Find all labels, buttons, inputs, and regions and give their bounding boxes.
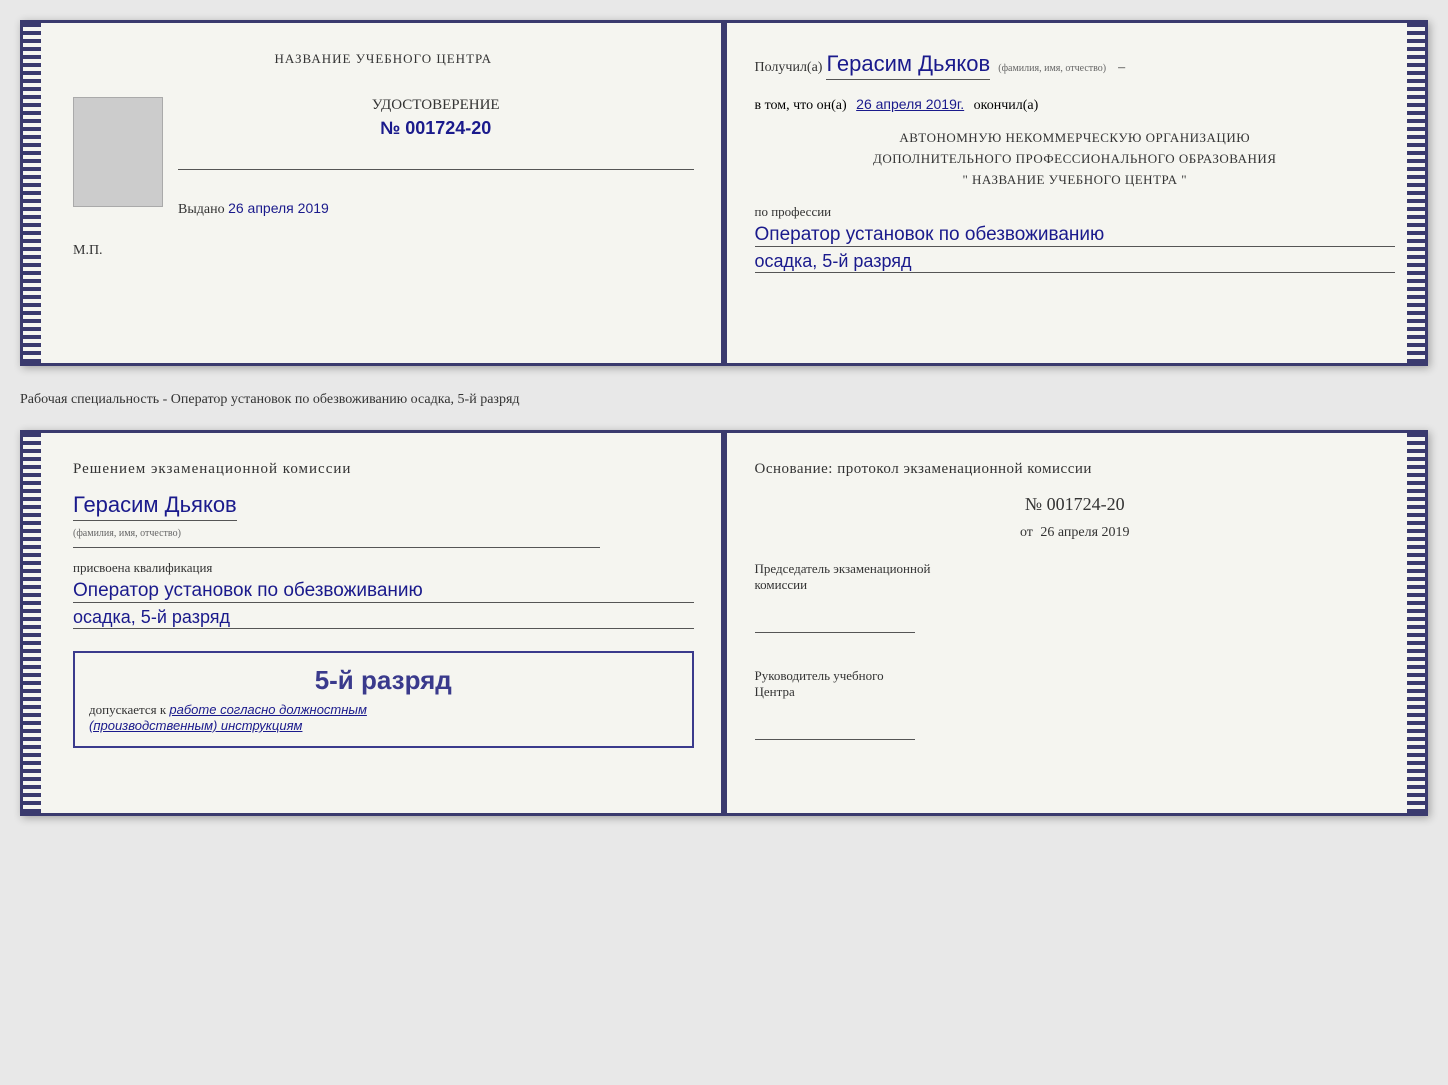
stamp-rank: 5-й разряд: [89, 665, 678, 696]
fio-sublabel-top: (фамилия, имя, отчество): [998, 63, 1106, 74]
mp-label: М.П.: [73, 243, 694, 259]
date-handwritten-top: 26 апреля 2019г.: [856, 96, 964, 112]
basis-title: Основание: протокол экзаменационной коми…: [755, 461, 1396, 478]
date-line-top: в том, что он(а) 26 апреля 2019г. окончи…: [755, 96, 1396, 114]
director-label: Руководитель учебного Центра: [755, 668, 1396, 700]
protocol-date: от 26 апреля 2019: [755, 525, 1396, 541]
rank-handwritten-top: осадка, 5-й разряд: [755, 251, 1396, 273]
decision-title: Решением экзаменационной комиссии: [73, 461, 694, 478]
stamp-prefix: допускается к: [89, 702, 166, 717]
fio-sublabel-bottom: (фамилия, имя, отчество): [73, 528, 181, 539]
stamp-box: 5-й разряд допускается к работе согласно…: [73, 651, 694, 748]
org-line2: ДОПОЛНИТЕЛЬНОГО ПРОФЕССИОНАЛЬНОГО ОБРАЗО…: [755, 149, 1396, 170]
bottom-left-page: Решением экзаменационной комиссии Гераси…: [23, 433, 725, 813]
bottom-right-page: Основание: протокол экзаменационной коми…: [725, 433, 1426, 813]
issued-date: 26 апреля 2019: [228, 200, 329, 216]
date-suffix: окончил(а): [974, 98, 1039, 113]
signature-block-director: Руководитель учебного Центра: [755, 668, 1396, 759]
profession-label: по профессии: [755, 204, 1396, 220]
org-line3: " НАЗВАНИЕ УЧЕБНОГО ЦЕНТРА ": [755, 170, 1396, 191]
chairman-label: Председатель экзаменационной комиссии: [755, 561, 1396, 593]
chairman-label2: комиссии: [755, 577, 808, 592]
chairman-signature-line: [755, 613, 915, 633]
bottom-diploma-book: Решением экзаменационной комиссии Гераси…: [20, 430, 1428, 816]
protocol-number: № 001724-20: [755, 494, 1396, 515]
right-deco-lines-top: [1409, 23, 1425, 363]
qualification-name2: осадка, 5-й разряд: [73, 607, 694, 629]
separator-text: Рабочая специальность - Оператор установ…: [20, 384, 1428, 412]
received-label: Получил(а): [755, 60, 823, 75]
signature-block-chairman: Председатель экзаменационной комиссии: [755, 561, 1396, 652]
top-right-page: Получил(а) Герасим Дьяков (фамилия, имя,…: [725, 23, 1426, 363]
issued-label: Выдано: [178, 202, 225, 217]
org-text: АВТОНОМНУЮ НЕКОММЕРЧЕСКУЮ ОРГАНИЗАЦИЮ ДО…: [755, 128, 1396, 190]
issued-line: Выдано 26 апреля 2019: [178, 200, 694, 218]
right-deco-lines-bottom: [1409, 433, 1425, 813]
top-left-page: НАЗВАНИЕ УЧЕБНОГО ЦЕНТРА УДОСТОВЕРЕНИЕ №…: [23, 23, 725, 363]
document-container: НАЗВАНИЕ УЧЕБНОГО ЦЕНТРА УДОСТОВЕРЕНИЕ №…: [20, 20, 1428, 816]
stamp-text: допускается к работе согласно должностны…: [89, 702, 678, 734]
chairman-label1: Председатель экзаменационной: [755, 561, 931, 576]
top-diploma-book: НАЗВАНИЕ УЧЕБНОГО ЦЕНТРА УДОСТОВЕРЕНИЕ №…: [20, 20, 1428, 366]
photo-placeholder: [73, 97, 163, 207]
org-line1: АВТОНОМНУЮ НЕКОММЕРЧЕСКУЮ ОРГАНИЗАЦИЮ: [755, 128, 1396, 149]
certificate-number: № 001724-20: [178, 118, 694, 139]
center-name-top: НАЗВАНИЕ УЧЕБНОГО ЦЕНТРА: [73, 51, 694, 67]
stamp-italic2: (производственным) инструкциям: [89, 718, 302, 733]
person-name-bottom: Герасим Дьяков: [73, 492, 237, 521]
stamp-italic1: работе согласно должностным: [169, 702, 366, 717]
protocol-number-text: № 001724-20: [1025, 494, 1125, 514]
recipient-name-top: Герасим Дьяков: [826, 51, 990, 80]
qualification-name1: Оператор установок по обезвоживанию: [73, 580, 694, 603]
date-prefix: от: [1020, 525, 1033, 540]
qualification-label: присвоена квалификация: [73, 560, 694, 576]
director-label2: Центра: [755, 684, 795, 699]
director-label1: Руководитель учебного: [755, 668, 884, 683]
date-preamble: в том, что он(а): [755, 98, 847, 113]
director-signature-line: [755, 720, 915, 740]
certificate-title: УДОСТОВЕРЕНИЕ: [178, 97, 694, 114]
profession-handwritten-top: Оператор установок по обезвоживанию: [755, 224, 1396, 247]
date-value: 26 апреля 2019: [1040, 525, 1129, 540]
